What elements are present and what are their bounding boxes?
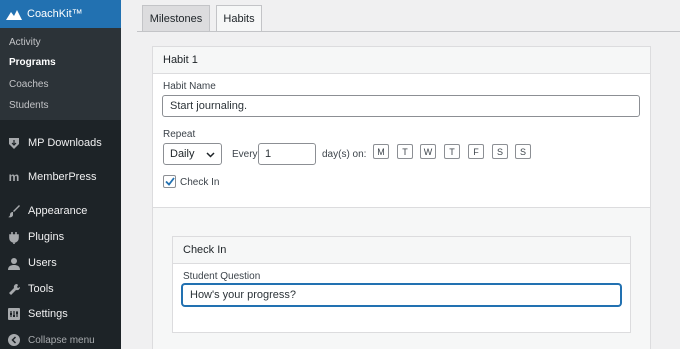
memberpress-icon: m: [8, 170, 20, 184]
sidebar-item-label: MemberPress: [28, 171, 97, 183]
submenu-item-students[interactable]: Students: [9, 100, 48, 111]
paintbrush-icon: [7, 204, 21, 218]
sidebar-item-coachkit[interactable]: CoachKit™: [0, 0, 129, 28]
day-toggle-sat[interactable]: S: [492, 144, 508, 159]
admin-sidebar: CoachKit™ Activity Programs Coaches Stud…: [0, 0, 129, 349]
day-toggle-tue[interactable]: T: [397, 144, 413, 159]
day-toggle-mon[interactable]: M: [373, 144, 389, 159]
wrench-icon: [7, 282, 21, 296]
sidebar-brand-label: CoachKit™: [27, 8, 83, 20]
sidebar-item-label: Plugins: [28, 231, 65, 243]
collapse-menu-label: Collapse menu: [28, 334, 95, 346]
repeat-select-value: Daily: [170, 148, 195, 160]
repeat-select[interactable]: Daily: [163, 143, 222, 165]
every-label: Every: [232, 149, 258, 160]
sidebar-item-label: Tools: [28, 283, 54, 295]
every-input[interactable]: 1: [258, 143, 316, 165]
checkin-checkbox-label: Check In: [180, 177, 220, 188]
sidebar-item-users[interactable]: Users: [7, 256, 57, 270]
settings-icon: [7, 307, 21, 321]
day-toggle-sun[interactable]: S: [515, 144, 531, 159]
repeat-label: Repeat: [163, 129, 196, 140]
sidebar-item-settings[interactable]: Settings: [7, 307, 68, 321]
tab-divider: [137, 31, 680, 32]
student-question-input[interactable]: How's your progress?: [182, 284, 621, 306]
habit-name-label: Habit Name: [163, 81, 216, 92]
tab-habits[interactable]: Habits: [216, 5, 262, 32]
checkin-panel-title: Check In: [173, 237, 630, 264]
submenu-item-coaches[interactable]: Coaches: [9, 79, 48, 90]
sidebar-item-label: Settings: [28, 308, 68, 320]
day-toggle-fri[interactable]: F: [468, 144, 484, 159]
sidebar-item-plugins[interactable]: Plugins: [7, 230, 64, 244]
day-toggle-thu[interactable]: T: [444, 144, 460, 159]
plug-icon: [7, 230, 21, 244]
tab-milestones[interactable]: Milestones: [142, 5, 210, 31]
checkmark-icon: [164, 177, 175, 186]
habit-name-input[interactable]: Start journaling.: [162, 95, 640, 117]
collapse-menu-button[interactable]: Collapse menu: [7, 333, 95, 347]
mountain-logo-icon: [6, 9, 22, 20]
sidebar-item-label: Users: [28, 257, 57, 269]
sidebar-item-label: Appearance: [28, 205, 88, 217]
download-icon: [7, 136, 21, 150]
sidebar-item-appearance[interactable]: Appearance: [7, 204, 87, 218]
user-icon: [7, 256, 21, 270]
collapse-arrow-icon: [7, 333, 21, 347]
day-toggle-wed[interactable]: W: [420, 144, 436, 159]
days-label: day(s) on:: [322, 149, 367, 160]
checkin-checkbox[interactable]: [163, 175, 176, 188]
sidebar-item-tools[interactable]: Tools: [7, 282, 54, 296]
submenu-item-activity[interactable]: Activity: [9, 37, 41, 48]
habit-panel-title: Habit 1: [153, 47, 650, 74]
student-question-label: Student Question: [183, 271, 261, 282]
submenu-item-programs[interactable]: Programs: [9, 57, 56, 68]
sidebar-item-memberpress[interactable]: m MemberPress: [7, 170, 97, 184]
chevron-down-icon: [206, 147, 215, 161]
sidebar-item-mp-downloads[interactable]: MP Downloads: [7, 136, 102, 150]
sidebar-item-label: MP Downloads: [28, 137, 102, 149]
coachkit-submenu: Activity Programs Coaches Students: [0, 28, 121, 120]
